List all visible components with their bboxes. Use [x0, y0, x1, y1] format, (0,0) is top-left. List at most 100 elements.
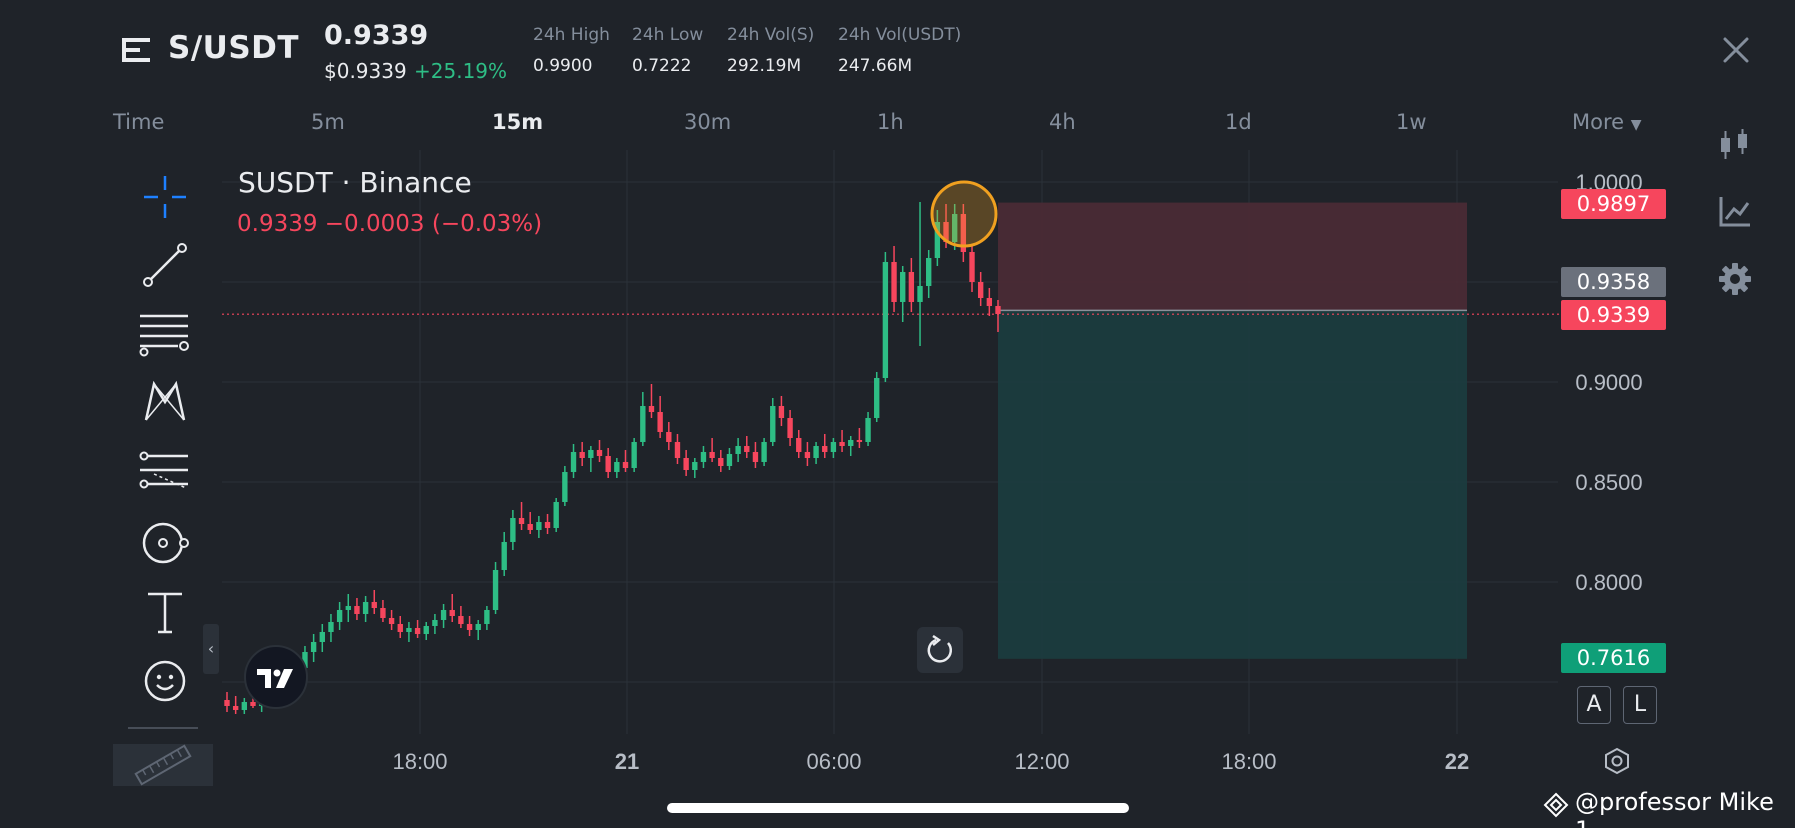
- stop-loss-zone: [998, 202, 1467, 311]
- candlestick-type-icon[interactable]: [1716, 126, 1754, 164]
- time-label: Time: [113, 110, 165, 134]
- entry-price-tag: 0.9358: [1561, 267, 1666, 297]
- tab-15m[interactable]: 15m: [492, 110, 543, 134]
- candle-body: [865, 418, 871, 442]
- brush-circle-icon[interactable]: [136, 514, 194, 572]
- settings-gear-icon[interactable]: [1716, 260, 1754, 298]
- candle-body: [224, 700, 230, 706]
- stat-low-label: 24h Low: [632, 25, 704, 45]
- candle-body: [527, 524, 533, 530]
- fib-levels-icon[interactable]: [136, 304, 194, 362]
- candle-body: [570, 452, 577, 472]
- candle-body: [631, 442, 637, 468]
- log-scale-button[interactable]: L: [1623, 686, 1657, 724]
- last-price: 0.9339: [324, 20, 429, 51]
- close-icon[interactable]: [1720, 34, 1752, 66]
- ruler-button[interactable]: [113, 744, 213, 786]
- emoji-icon[interactable]: [136, 652, 194, 710]
- tab-4h[interactable]: 4h: [1049, 110, 1076, 134]
- toolbar-divider: [128, 727, 198, 729]
- candle-body: [692, 462, 698, 470]
- reset-chart-button[interactable]: [917, 627, 963, 673]
- candle-body: [440, 610, 447, 620]
- candle-body: [414, 628, 421, 634]
- refresh-icon: [927, 634, 953, 663]
- candle-body: [380, 608, 386, 618]
- pattern-icon[interactable]: [136, 374, 194, 432]
- candle-body: [458, 616, 464, 624]
- candle-body: [900, 272, 906, 302]
- more-label: More: [1572, 110, 1625, 134]
- candle-body: [778, 406, 785, 418]
- crosshair-icon[interactable]: [136, 168, 194, 226]
- y-tick-label: 0.9000: [1575, 370, 1642, 395]
- x-tick-label: 18:00: [1221, 749, 1276, 774]
- tab-30m[interactable]: 30m: [684, 110, 731, 134]
- candle-body: [977, 282, 984, 298]
- candle-body: [813, 446, 819, 458]
- candle-body: [856, 440, 863, 442]
- tradingview-logo[interactable]: [244, 645, 308, 709]
- candle-body: [371, 602, 377, 608]
- candle-body: [388, 618, 395, 624]
- candle-body: [492, 570, 499, 610]
- tab-1d[interactable]: 1d: [1225, 110, 1252, 134]
- candle-body: [336, 610, 343, 622]
- more-timeframes-button[interactable]: More ▼: [1572, 110, 1642, 134]
- candle-body: [562, 472, 568, 502]
- candle-body: [674, 442, 681, 458]
- candle-body: [475, 624, 481, 630]
- chart-ohlc-readout: 0.9339 −0.0003 (−0.03%): [237, 211, 543, 237]
- change-percent: +25.19%: [414, 59, 508, 83]
- candle-body: [995, 306, 1001, 314]
- candle-body: [926, 258, 932, 286]
- stat-vol-base-label: 24h Vol(S): [727, 25, 815, 45]
- chart-symbol-title: SUSDT · Binance: [238, 166, 472, 199]
- trading-pair[interactable]: S/USDT: [168, 30, 299, 66]
- x-tick-label: 18:00: [392, 749, 447, 774]
- x-tick-label: 21: [615, 749, 639, 774]
- candle-body: [397, 624, 403, 632]
- candle-body: [345, 606, 351, 610]
- candle-body: [891, 262, 897, 302]
- candle-body: [501, 542, 507, 570]
- candle-body: [510, 518, 516, 542]
- candle-body: [735, 446, 741, 454]
- candle-body: [614, 462, 620, 472]
- candle-body: [536, 522, 542, 530]
- trend-line-icon[interactable]: [136, 236, 194, 294]
- candle-body: [518, 518, 525, 524]
- binance-logo-icon: [1543, 792, 1569, 818]
- tab-1h[interactable]: 1h: [877, 110, 904, 134]
- y-tick-label: 0.8500: [1575, 470, 1642, 495]
- candle-body: [423, 626, 429, 634]
- candle-body: [449, 610, 455, 616]
- chart-settings-icon[interactable]: [1602, 746, 1632, 776]
- candle-body: [362, 602, 369, 614]
- candle-body: [761, 442, 767, 462]
- menu-icon[interactable]: [120, 34, 152, 66]
- text-tool-icon[interactable]: [136, 584, 194, 642]
- forecast-icon[interactable]: [136, 444, 194, 502]
- tab-5m[interactable]: 5m: [311, 110, 345, 134]
- collapse-toolbar-button[interactable]: ‹: [203, 624, 219, 674]
- stat-vol-quote-value: 247.66M: [838, 56, 913, 76]
- candle-body: [666, 432, 672, 442]
- candle-body: [700, 452, 707, 462]
- take-profit-zone: [998, 310, 1467, 659]
- auto-scale-button[interactable]: A: [1577, 686, 1611, 724]
- stat-high-value: 0.9900: [533, 56, 593, 76]
- stat-low-value: 0.7222: [632, 56, 692, 76]
- candle-body: [969, 252, 975, 282]
- candle-body: [232, 706, 239, 710]
- home-indicator: [667, 803, 1129, 813]
- stop-price-tag: 0.9897: [1561, 189, 1666, 219]
- stat-high-label: 24h High: [533, 25, 610, 45]
- candle-body: [744, 446, 750, 452]
- y-tick-label: 0.8000: [1575, 570, 1642, 595]
- tab-1w[interactable]: 1w: [1396, 110, 1427, 134]
- x-tick-label: 06:00: [806, 749, 861, 774]
- indicators-icon[interactable]: [1716, 192, 1754, 230]
- candle-body: [908, 272, 915, 302]
- candle-body: [796, 438, 802, 452]
